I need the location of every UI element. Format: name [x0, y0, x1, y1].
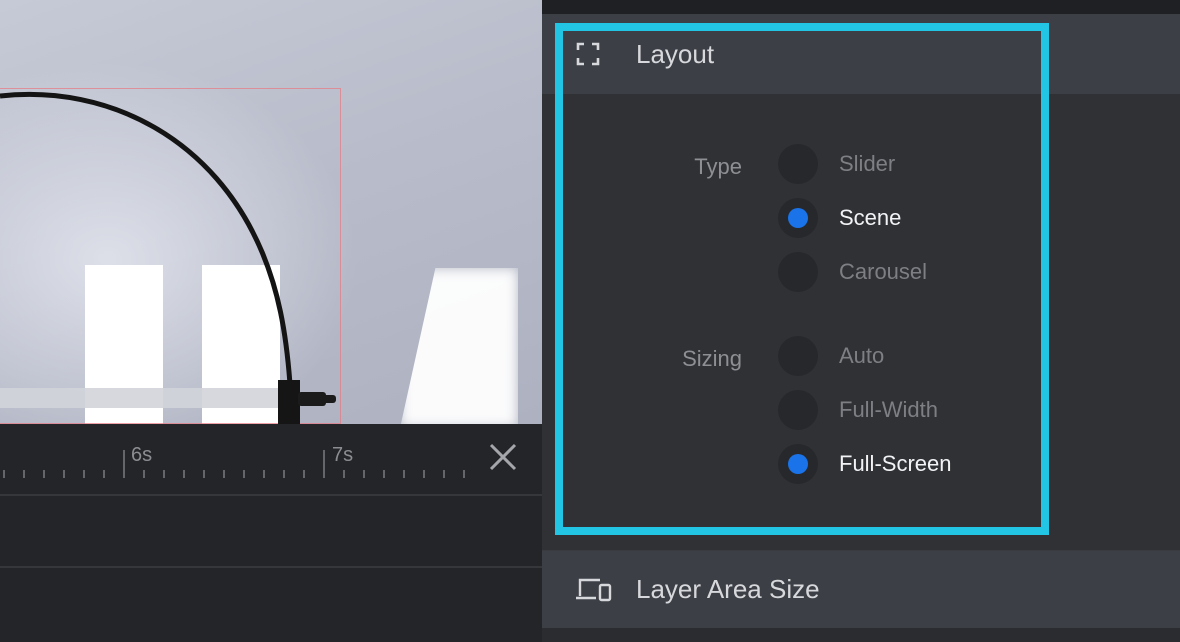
settings-panel: Layout Type Slider Scene Carousel Sizing… [542, 0, 1180, 642]
radio-button[interactable] [778, 144, 818, 184]
radio-selected-dot [788, 208, 808, 228]
timeline-track-row[interactable] [0, 566, 542, 636]
ruler-ticks [3, 450, 465, 478]
sizing-label: Sizing [682, 346, 742, 371]
radio-sizing-full-width[interactable]: Full-Width [778, 390, 938, 430]
radio-selected-dot [788, 454, 808, 474]
close-icon [489, 443, 517, 471]
radio-label: Full-Width [839, 397, 939, 422]
radio-sizing-auto[interactable]: Auto [778, 336, 884, 376]
layout-section-title: Layout [636, 38, 715, 69]
tick-label-6s: 6s [131, 444, 153, 466]
layer-area-section-title: Layer Area Size [636, 574, 820, 604]
radio-label: Slider [839, 151, 896, 176]
fullscreen-corners-icon [576, 42, 600, 66]
radio-button[interactable] [778, 252, 818, 292]
canvas-preview[interactable] [0, 0, 542, 424]
radio-button[interactable] [778, 390, 818, 430]
close-timeline-button[interactable] [488, 442, 528, 482]
radio-type-carousel[interactable]: Carousel [778, 252, 927, 292]
timeline[interactable]: 6s 7s [0, 424, 542, 642]
radio-label: Full-Screen [839, 451, 952, 476]
layer-area-section-header[interactable]: Layer Area Size [542, 551, 1180, 628]
radio-label: Scene [839, 205, 902, 230]
radio-button[interactable] [778, 444, 818, 484]
radio-type-scene[interactable]: Scene [778, 198, 901, 238]
type-label: Type [694, 154, 742, 179]
timeline-ruler[interactable]: 6s 7s [0, 424, 542, 494]
radio-label: Auto [839, 343, 885, 368]
layout-section-header[interactable]: Layout [542, 14, 1180, 94]
radio-sizing-full-screen[interactable]: Full-Screen [778, 444, 951, 484]
panel-bottom-strip [542, 628, 1180, 642]
radio-button[interactable] [778, 198, 818, 238]
panel-top-bar [542, 0, 1180, 14]
radio-button[interactable] [778, 336, 818, 376]
radio-label: Carousel [839, 259, 928, 284]
timeline-track-row[interactable] [0, 494, 542, 564]
layout-section-body: Type Slider Scene Carousel Sizing Auto F… [542, 94, 1180, 550]
radio-type-slider[interactable]: Slider [778, 144, 895, 184]
cable-arc-image [0, 91, 336, 424]
devices-icon [576, 577, 612, 603]
tick-label-7s: 7s [332, 444, 354, 466]
